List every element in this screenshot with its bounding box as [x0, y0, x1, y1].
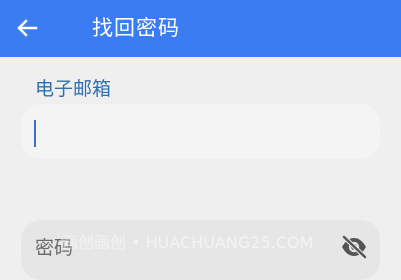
back-button[interactable] [16, 12, 56, 44]
email-input[interactable] [21, 104, 380, 159]
text-cursor [34, 120, 36, 147]
app-bar: 找回密码 [0, 0, 401, 57]
password-visibility-toggle[interactable] [339, 234, 369, 263]
password-input[interactable] [21, 220, 380, 280]
email-label: 电子邮箱 [35, 78, 112, 100]
arrow-left-icon [16, 19, 38, 37]
password-placeholder: 密码 [35, 237, 74, 259]
eye-off-icon [340, 234, 368, 263]
email-field[interactable] [21, 104, 380, 159]
page-title: 找回密码 [92, 16, 180, 40]
password-field[interactable]: 密码 [21, 220, 380, 280]
